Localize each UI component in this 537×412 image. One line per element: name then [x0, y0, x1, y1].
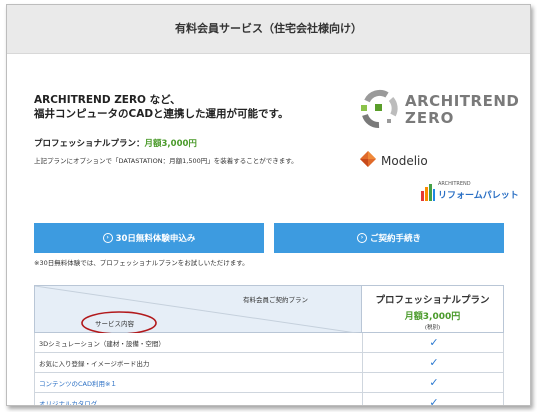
- page-title: 有料会員サービス（住宅会社様向け）: [175, 22, 362, 35]
- glooobe-logo: [453, 135, 507, 153]
- reform-palette-logo: ARCHITREND リフォームパレット: [421, 180, 519, 204]
- table-row-link[interactable]: オリジナルカタログ: [39, 398, 97, 405]
- architrend-zero-logo-top: ARCHITREND: [405, 92, 520, 110]
- trial-signup-button-label: 30日無料体験申込み: [115, 234, 196, 244]
- table-corner-cell: 有料会員ご契約プラン サービス内容: [34, 285, 363, 335]
- table-row-label: 3Dシミュレーション（建材・設備・空間）: [39, 340, 165, 348]
- checkmark-icon: ✓: [362, 393, 505, 405]
- checkmark-icon: ✓: [362, 333, 505, 352]
- table-row: コンテンツのCAD利用※１ ✓: [34, 373, 504, 393]
- architrend-zero-logo: ARCHITREND ZERO: [357, 87, 519, 135]
- table-row: オリジナルカタログ ✓: [34, 393, 505, 405]
- plan-summary-price: 月額3,000円: [144, 139, 197, 149]
- chevron-right-icon: ›: [102, 233, 113, 243]
- option-note: 上記プランにオプションで「DATASTATION：月額1,500円」を装着するこ…: [34, 157, 298, 165]
- plan-summary: プロフェッショナルプラン：月額3,000円: [34, 137, 197, 149]
- plan-column-name: プロフェッショナルプラン: [375, 295, 490, 306]
- plan-column-header: プロフェッショナルプラン 月額3,000円 (税別): [362, 285, 504, 333]
- page-header: 有料会員サービス（住宅会社様向け）: [7, 5, 530, 54]
- checkmark-icon: ✓: [362, 353, 505, 372]
- intro-line-2: 福井コンピュータのCADと連携した運用が可能です。: [34, 108, 289, 120]
- architrend-zero-logo-bottom: ZERO: [405, 109, 455, 127]
- chevron-right-icon: ›: [356, 233, 367, 243]
- table-row-label: お気に入り登録・イメージボード出力: [39, 360, 150, 368]
- plan-column-tax: (税別): [424, 325, 441, 331]
- trial-signup-button[interactable]: › 30日無料体験申込み: [34, 223, 264, 253]
- contract-procedure-button[interactable]: › ご契約手続き: [274, 223, 504, 253]
- table-row: お気に入り登録・イメージボード出力 ✓: [34, 353, 504, 373]
- modelio-logo-text: Modelio: [381, 154, 428, 168]
- plan-column-price: 月額3,000円: [404, 312, 461, 322]
- table-row: 3Dシミュレーション（建材・設備・空間） ✓: [34, 333, 504, 353]
- modelio-logo: Modelio: [359, 148, 449, 178]
- contract-procedure-button-label: ご契約手続き: [369, 234, 421, 244]
- trial-note: ※30日無料体験では、プロフェッショナルプランをお試しいただけます。: [34, 259, 249, 267]
- reform-palette-logo-bottom: リフォームパレット: [438, 191, 519, 201]
- modelio-mark-icon: [360, 151, 376, 167]
- reform-palette-mark-icon: [421, 184, 435, 201]
- table-row-link[interactable]: コンテンツのCAD利用※１: [39, 378, 117, 388]
- plan-summary-label: プロフェッショナルプラン：: [34, 139, 145, 149]
- reform-palette-logo-top: ARCHITREND: [438, 181, 471, 187]
- architrend-zero-mark-icon: [361, 89, 398, 128]
- checkmark-icon: ✓: [362, 373, 505, 392]
- intro-line-1: ARCHITREND ZERO など、: [34, 94, 181, 106]
- screenshot-frame: 有料会員サービス（住宅会社様向け） ARCHITREND ZERO など、 福井…: [6, 4, 531, 406]
- table-corner-plan-label: 有料会員ご契約プラン: [243, 296, 308, 304]
